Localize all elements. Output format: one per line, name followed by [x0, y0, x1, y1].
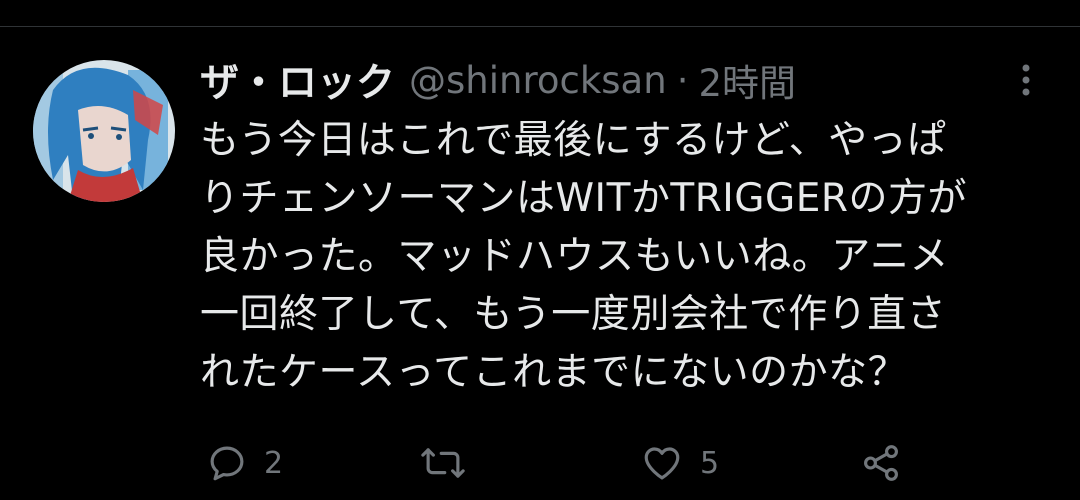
retweet-icon	[421, 448, 465, 478]
retweet-button[interactable]	[420, 438, 466, 488]
share-button[interactable]	[860, 438, 902, 488]
heart-icon	[644, 447, 680, 480]
tweet-text-line: 良かった。マッドハウスもいいね。アニメ	[200, 234, 949, 279]
tweet-text-line: れたケースってこれまでにないのかな？	[200, 350, 908, 395]
display-name[interactable]: ザ・ロック	[200, 52, 395, 108]
reply-button[interactable]: 2	[206, 438, 283, 488]
share-icon	[864, 445, 898, 481]
tweet-actions: 2 5	[200, 438, 1060, 488]
avatar[interactable]	[33, 60, 175, 202]
tweet-text-line: 一回終了して、もう一度別会社で作り直さ	[200, 292, 947, 337]
tweet-header: ザ・ロック @shinrocksan · 2時間	[200, 52, 796, 108]
more-button[interactable]	[1014, 62, 1038, 102]
reply-count: 2	[264, 445, 284, 481]
tweet-text: もう今日はこれで最後にするけど、やっぱ りチェンソーマンはWITかTRIGGER…	[200, 112, 1060, 402]
more-vertical-icon	[1022, 64, 1030, 96]
tweet-text-line: りチェンソーマンはWITかTRIGGERの方が	[200, 176, 967, 221]
reply-icon	[210, 446, 244, 481]
like-count: 5	[700, 445, 720, 481]
avatar-image	[33, 60, 175, 202]
like-button[interactable]: 5	[640, 438, 719, 488]
tweet-text-line: もう今日はこれで最後にするけど、やっぱ	[200, 118, 947, 163]
top-divider	[0, 26, 1080, 27]
handle[interactable]: @shinrocksan	[409, 59, 667, 102]
separator-dot: ·	[676, 58, 689, 102]
timestamp[interactable]: 2時間	[698, 53, 796, 107]
